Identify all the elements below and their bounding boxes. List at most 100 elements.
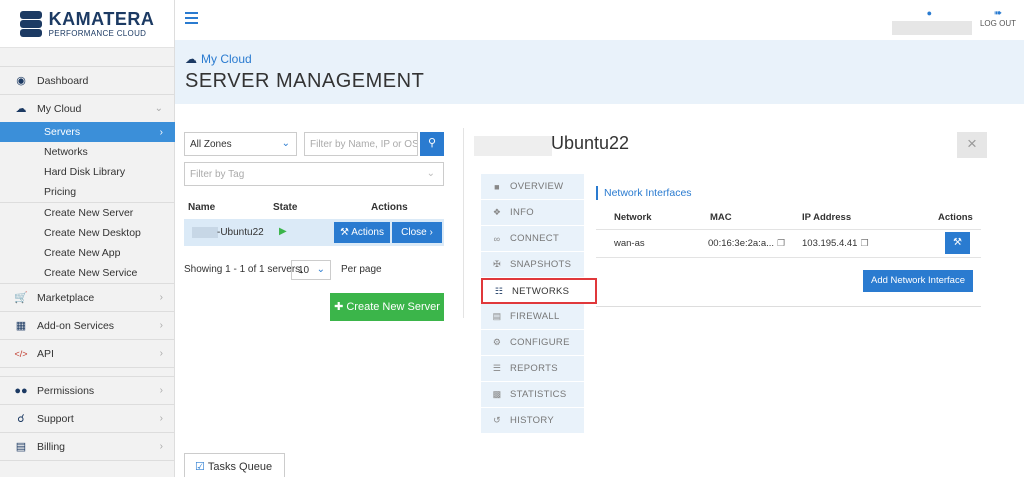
sidebar-item-pricing[interactable]: Pricing [0, 182, 175, 202]
user-icon: ● [926, 8, 932, 18]
sidebar-item-networks[interactable]: Networks [0, 142, 175, 162]
edit-interface-button[interactable]: ⚒ [945, 232, 970, 254]
kamatera-logo[interactable]: KAMATERA PERFORMANCE CLOUD [0, 0, 174, 48]
tab-networks[interactable]: ☷ NETWORKS [481, 278, 597, 304]
sidebar-item-dashboard[interactable]: ◉ Dashboard [0, 66, 175, 94]
checkbox-icon: ☑ [195, 461, 205, 473]
ip-value: 103.195.4.41 ❐ [802, 238, 869, 249]
tab-label: SNAPSHOTS [510, 259, 572, 270]
info-icon: ❖ [492, 207, 502, 217]
list-icon: ☰ [492, 363, 502, 373]
pin-icon: ✠ [493, 259, 501, 269]
close-button[interactable]: Close › [392, 222, 442, 243]
chevron-down-icon: ⌄ [426, 168, 435, 179]
chevron-right-icon: › [159, 292, 163, 303]
tab-reports[interactable]: ☰ REPORTS [481, 356, 584, 382]
sidebar-item-addon-services[interactable]: ▦ Add-on Services › [0, 311, 175, 339]
add-network-interface-button[interactable]: Add Network Interface [863, 270, 973, 292]
tab-history[interactable]: ↺ HISTORY [481, 408, 584, 434]
chevron-down-icon: ⌄ [281, 138, 290, 149]
per-page-label: Per page [341, 264, 382, 275]
tab-label: REPORTS [510, 363, 558, 374]
logout-button[interactable]: ➠ LOG OUT [980, 8, 1016, 28]
tab-statistics[interactable]: ▩ STATISTICS [481, 382, 584, 408]
chevron-right-icon: › [159, 441, 163, 452]
sidebar-item-servers[interactable]: Servers › [0, 122, 175, 142]
create-server-label: Create New Server [346, 301, 440, 313]
tab-label: CONFIGURE [510, 337, 570, 348]
per-page-value: 10 [298, 265, 310, 276]
sidebar-item-create-server[interactable]: Create New Server [0, 203, 175, 223]
hamburger-icon[interactable] [185, 12, 198, 27]
cart-icon: 🛒 [14, 292, 28, 304]
close-icon[interactable]: × [957, 132, 987, 158]
filter-name-input[interactable]: Filter by Name, IP or OS [304, 132, 418, 156]
bar-chart-icon: ▩ [492, 389, 502, 399]
tab-info[interactable]: ❖ INFO [481, 200, 584, 226]
server-tabs: ■ OVERVIEW ❖ INFO ∞ CONNECT ✠ SNAPSHOTS ☷ NET… [481, 174, 597, 434]
tab-overview[interactable]: ■ OVERVIEW [481, 174, 584, 200]
sidebar-item-label: Hard Disk Library [44, 166, 126, 178]
headset-icon: ☌ [17, 413, 25, 425]
wrench-icon: ⚒ [953, 237, 962, 248]
puzzle-icon: ▦ [15, 320, 27, 332]
sidebar-item-label: Add-on Services [37, 319, 115, 332]
sidebar-item-create-service[interactable]: Create New Service [0, 263, 175, 283]
tab-label: CONNECT [510, 233, 560, 244]
sidebar-item-support[interactable]: ☌ Support › [0, 404, 175, 432]
sitemap-icon: ☷ [494, 285, 504, 296]
tab-firewall[interactable]: ▤ FIREWALL [481, 304, 584, 330]
sidebar-item-label: Marketplace [37, 291, 95, 304]
copy-icon[interactable]: ❐ [860, 238, 868, 248]
server-title: Ubuntu22 [551, 133, 630, 153]
sidebar-item-label: Pricing [44, 186, 77, 198]
chevron-down-icon: ⌄ [154, 103, 163, 114]
filter-tag-select[interactable]: Filter by Tag ⌄ [184, 162, 444, 186]
sidebar-item-label: Permissions [37, 384, 95, 397]
tab-connect[interactable]: ∞ CONNECT [481, 226, 584, 252]
logout-label: LOG OUT [979, 19, 1016, 28]
sidebar-nav: ◉ Dashboard ☁ My Cloud ⌄ Servers › Netwo… [0, 66, 175, 461]
user-menu[interactable]: ● [892, 8, 972, 35]
chevron-right-icon: › [159, 126, 163, 138]
sidebar-item-marketplace[interactable]: 🛒 Marketplace › [0, 283, 175, 311]
tasks-queue-label: Tasks Queue [207, 461, 273, 473]
sidebar-item-create-desktop[interactable]: Create New Desktop [0, 223, 175, 243]
actions-button[interactable]: ⚒ Actions [334, 222, 390, 243]
breadcrumb[interactable]: ☁ My Cloud [185, 52, 252, 66]
zones-select[interactable]: All Zones ⌄ [184, 132, 297, 156]
sidebar-item-permissions[interactable]: ●● Permissions › [0, 376, 175, 404]
column-header-actions: Actions [938, 212, 973, 223]
divider [596, 257, 981, 258]
sidebar-item-create-app[interactable]: Create New App [0, 243, 175, 263]
per-page-select[interactable]: 10 ⌄ [291, 260, 331, 280]
document-icon: ■ [494, 181, 500, 192]
topbar: ● ➠ LOG OUT [175, 0, 1024, 40]
search-icon: ⚲ [427, 137, 437, 149]
table-row[interactable]: -Ubuntu22 ▶ ⚒ Actions Close › [184, 219, 444, 246]
column-header-actions: Actions [371, 202, 408, 213]
dashboard-icon: ◉ [16, 75, 26, 87]
copy-icon[interactable]: ❐ [777, 238, 785, 248]
tab-label: FIREWALL [510, 311, 560, 322]
sidebar-item-label: API [37, 347, 54, 360]
section-title: Network Interfaces [596, 186, 692, 200]
sidebar-item-label: Billing [37, 440, 66, 453]
users-icon: ●● [14, 384, 28, 397]
create-new-server-button[interactable]: ✚ Create New Server [330, 293, 444, 321]
cloud-icon: ☁ [15, 103, 27, 115]
sidebar-item-api[interactable]: </> API › [0, 339, 175, 367]
tasks-queue-tab[interactable]: ☑ Tasks Queue [184, 453, 285, 477]
filter-name-placeholder: Filter by Name, IP or OS [310, 139, 418, 150]
sidebar-item-hard-disk-library[interactable]: Hard Disk Library [0, 162, 175, 182]
plus-icon: ✚ [334, 301, 344, 313]
panel-divider [463, 128, 464, 318]
page-title: SERVER MANAGEMENT [185, 70, 425, 92]
sidebar-item-my-cloud[interactable]: ☁ My Cloud ⌄ [0, 94, 175, 122]
sidebar-item-billing[interactable]: ▤ Billing › [0, 432, 175, 460]
tab-snapshots[interactable]: ✠ SNAPSHOTS [481, 252, 584, 278]
tab-configure[interactable]: ⚙ CONFIGURE [481, 330, 584, 356]
search-button[interactable]: ⚲ [420, 132, 444, 156]
divider [596, 229, 981, 230]
logo-mark-icon [19, 10, 42, 37]
